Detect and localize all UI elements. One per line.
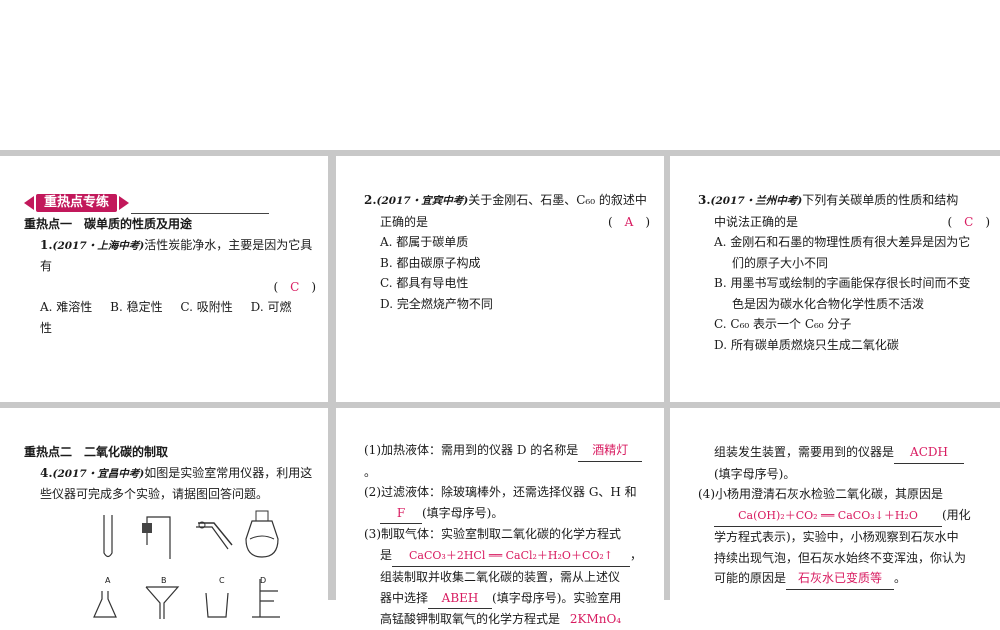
option-c: C. C₆₀ 表示一个 C₆₀ 分子 — [714, 317, 852, 331]
option-d: D. 完全燃烧产物不同 — [380, 296, 493, 311]
option-a: A. 金刚石和石墨的物理性质有很大差异是因为它 — [714, 235, 971, 249]
option-b-cont: 色是因为碳水化合物化学性质不活泼 — [732, 296, 925, 311]
question-source: (2017・宜昌中考) — [52, 467, 145, 480]
line-1-text: (1)加热液体：需用到的仪器 D 的名称是 — [364, 443, 579, 457]
banner-title: 重热点专练 — [36, 194, 118, 212]
option-d: D. 所有碳单质燃烧只生成二氧化碳 — [714, 337, 899, 352]
question-text-line-2: 正确的是 ( A ) — [364, 212, 650, 233]
question-source: (2017・兰州中考) — [710, 195, 803, 207]
answer-limewater-spoiled: 石灰水已变质等 — [786, 568, 895, 590]
line-1: 组装发生装置，需要用到的仪器是 ACDH — [698, 442, 990, 464]
answer-row: ( C ) — [24, 277, 316, 298]
answer-limewater-equation: Ca(OH)₂＋CO₂ ══ CaCO₃↓＋H₂O — [714, 506, 942, 527]
question-text: 如图是实验室常用仪器，利用这 — [144, 465, 313, 480]
question-text-line-2: 中说法正确的是 ( C ) — [698, 212, 990, 233]
panel-question-3: 3.(2017・兰州中考)下列有关碳单质的性质和结构 中说法正确的是 ( C )… — [670, 156, 1000, 402]
question-number: 4. — [40, 465, 53, 480]
line-2-cont: F (填字母序号)。 — [364, 503, 650, 524]
line-6: 持续出现气泡，但石灰水始终不变浑浊，你认为 — [714, 550, 967, 565]
line-5: 学方程式表示)，实验中，小杨观察到石灰水中 — [714, 530, 959, 544]
answer-paren: ( A ) — [608, 212, 650, 233]
line-4-end: (用化 — [942, 507, 971, 522]
test-tube-icon — [103, 514, 113, 557]
test-tube-holder-icon — [196, 521, 233, 549]
option-c: C. 吸附性 — [180, 300, 233, 314]
option-a: A. 难溶性 — [40, 300, 93, 314]
section-banner: 重热点专练 — [24, 194, 316, 214]
answer-filter-f: F — [380, 503, 422, 524]
line-2: (填字母序号)。 — [714, 466, 796, 481]
iron-stand-icon — [252, 578, 280, 618]
panel-hotspot-1: 重热点专练 重热点一 碳单质的性质及用途 1.(2017・上海中考)活性炭能净水… — [0, 156, 328, 402]
question-number: 1. — [40, 237, 53, 252]
option-b: B. 都由碳原子构成 — [380, 255, 481, 270]
line-5-prefix: 器中选择 — [380, 590, 429, 605]
left-arrow-icon — [24, 196, 34, 210]
question-2: 2.(2017・宜宾中考)关于金刚石、石墨、C₆₀ 的叙述中 — [364, 190, 650, 212]
answer-kmno4: 2KMnO₄ — [569, 612, 622, 626]
line-2: (2)过滤液体：除玻璃棒外，还需选择仪器 G、H 和 — [364, 485, 637, 499]
question-number: 2. — [364, 193, 377, 207]
line-1: (1)加热液体：需用到的仪器 D 的名称是 酒精灯。 — [364, 440, 650, 482]
panel-question-4-part-2: (1)加热液体：需用到的仪器 D 的名称是 酒精灯。 (2)过滤液体：除玻璃棒外，… — [336, 408, 664, 626]
question-1: 1.(2017・上海中考)活性炭能净水，主要是因为它具有 — [24, 235, 316, 277]
hotspot-heading-1: 重热点一 碳单质的性质及用途 — [24, 217, 193, 231]
question-text: 关于金刚石、石墨、C₆₀ 的叙述中 — [468, 193, 647, 207]
line-1-text: 组装发生装置，需要用到的仪器是 — [714, 445, 895, 459]
alcohol-lamp-icon — [245, 510, 279, 558]
beaker-icon — [205, 592, 229, 618]
answer-paren: ( C ) — [947, 212, 990, 233]
line-2-end: (填字母序号)。 — [422, 505, 504, 520]
line-3-prefix: 是 — [380, 547, 393, 562]
line-5-end: (填字母序号)。实验室用 — [492, 590, 622, 605]
answer-value: C — [290, 279, 300, 294]
option-b: B. 稳定性 — [110, 300, 163, 314]
line-6: 高锰酸钾制取氧气的化学方程式是 2KMnO₄ — [364, 609, 650, 630]
line-6-prefix: 高锰酸钾制取氧气的化学方程式是 — [380, 612, 561, 626]
option-b: B. 用墨书写或绘制的字画能保存很长时间而不变 — [714, 276, 971, 290]
line-7: 可能的原因是 石灰水已变质等。 — [698, 568, 990, 590]
panel-hotspot-2: 重热点二 二氧化碳的制取 4.(2017・宜昌中考)如图是实验室常用仪器，利用这… — [0, 408, 328, 619]
line-5: 器中选择 ABEH (填字母序号)。实验室用 — [364, 588, 650, 609]
line-7-prefix: 可能的原因是 — [714, 571, 787, 585]
question-text-line-2: 些仪器可完成多个实验，请据图回答问题。 — [40, 487, 269, 501]
line-3: (3)制取气体：实验室制取二氧化碳的化学方程式 — [364, 527, 621, 541]
answer-co2-equation: CaCO₃＋2HCl ══ CaCl₂＋H₂O＋CO₂↑ — [392, 546, 631, 567]
question-text-cont: 正确的是 — [380, 214, 429, 229]
question-source: (2017・宜宾中考) — [376, 195, 469, 207]
question-text: 下列有关碳单质的性质和结构 — [802, 193, 959, 207]
line-7-end: 。 — [894, 571, 907, 585]
question-3: 3.(2017・兰州中考)下列有关碳单质的性质和结构 — [698, 190, 990, 212]
question-text-cont: 中说法正确的是 — [714, 214, 799, 229]
apparatus-figure: A B C D — [24, 509, 316, 619]
line-3-cont: 是 CaCO₃＋2HCl ══ CaCl₂＋H₂O＋CO₂↑， — [364, 545, 650, 567]
line-4: Ca(OH)₂＋CO₂ ══ CaCO₃↓＋H₂O (用化 — [698, 505, 990, 527]
line-1-end: 。 — [364, 464, 377, 479]
funnel-icon — [145, 585, 180, 619]
answer-alcohol-lamp: 酒精灯 — [578, 440, 643, 462]
answer-paren: ( C ) — [273, 277, 316, 298]
answer-acdh: ACDH — [894, 442, 965, 464]
line-3-end: ， — [630, 547, 643, 562]
label-c: C — [219, 575, 225, 585]
question-source: (2017・上海中考) — [52, 239, 145, 252]
option-a: A. 都属于碳单质 — [380, 235, 469, 249]
option-c: C. 都具有导电性 — [380, 276, 469, 290]
delivery-tube-icon — [142, 515, 171, 559]
flask-icon — [93, 590, 117, 618]
panel-question-4-part-3: 组装发生装置，需要用到的仪器是 ACDH (填字母序号)。 (4)小杨用澄清石灰水… — [670, 408, 1000, 600]
panel-question-2: 2.(2017・宜宾中考)关于金刚石、石墨、C₆₀ 的叙述中 正确的是 ( A … — [336, 156, 664, 402]
line-4: 组装制取并收集二氧化碳的装置，需从上述仪 — [380, 570, 621, 584]
answer-value: C — [964, 214, 974, 229]
right-arrow-icon — [119, 196, 130, 210]
question-number: 3. — [698, 193, 711, 207]
answer-apparatus-abeh: ABEH — [428, 588, 493, 609]
question-4: 4.(2017・宜昌中考)如图是实验室常用仪器，利用这 — [24, 463, 316, 485]
hotspot-heading-2: 重热点二 二氧化碳的制取 — [24, 445, 169, 459]
line-3: (4)小杨用澄清石灰水检验二氧化碳，其原因是 — [698, 487, 943, 501]
options-row: A. 难溶性 B. 稳定性 C. 吸附性 D. 可燃性 — [24, 297, 316, 338]
option-a-cont: 们的原子大小不同 — [732, 255, 829, 270]
answer-value: A — [624, 214, 634, 229]
